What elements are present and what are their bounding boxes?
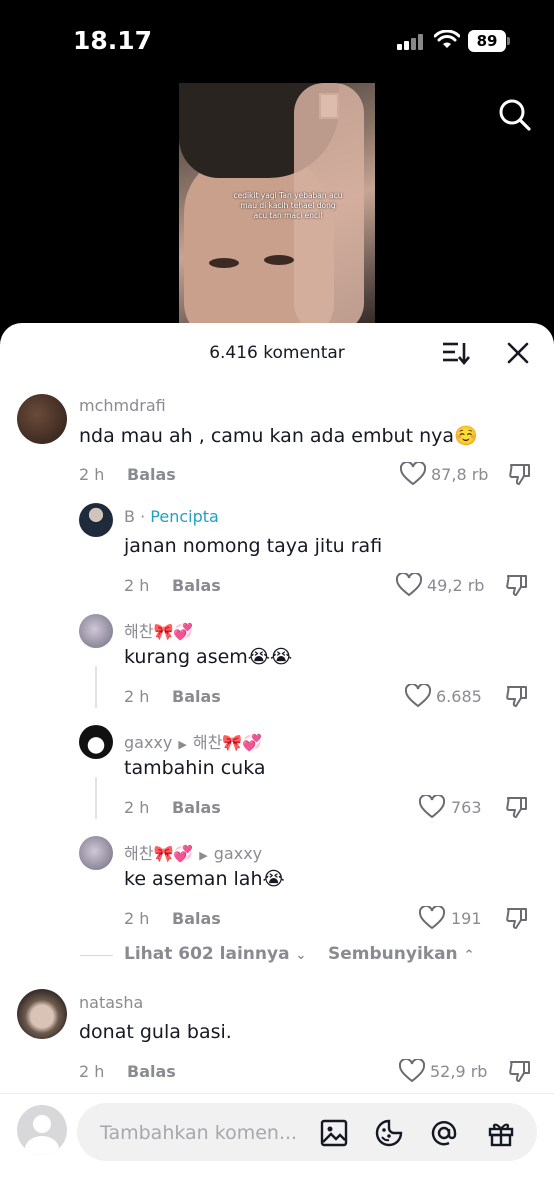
heart-icon[interactable]: [400, 462, 426, 486]
avatar[interactable]: [17, 394, 67, 444]
image-icon[interactable]: [319, 1118, 349, 1148]
dislike-icon[interactable]: [508, 1059, 532, 1083]
thread-controls: Lihat 602 lainnya ⌄ Sembunyikan ⌃: [0, 941, 554, 971]
comment-time: 2 h: [124, 909, 150, 928]
mention-icon[interactable]: [429, 1118, 459, 1148]
like-count: 6.685: [436, 687, 482, 706]
battery-tip: [507, 37, 510, 45]
comment-username: B · Pencipta: [124, 507, 219, 526]
reply-button[interactable]: Balas: [172, 798, 221, 817]
comment-text: kurang asem😭😭: [124, 646, 293, 668]
comment-time: 2 h: [124, 576, 150, 595]
reply-item: gaxxy ▶ 해찬🎀💞 tambahin cuka 2 h Balas 763: [0, 722, 554, 832]
user-avatar: [17, 1105, 67, 1155]
search-icon[interactable]: [497, 97, 533, 133]
hide-label: Sembunyikan: [328, 944, 458, 964]
avatar[interactable]: [79, 836, 113, 870]
hide-replies-button[interactable]: Sembunyikan ⌃: [328, 944, 474, 964]
comment-username[interactable]: mchmdrafi: [79, 396, 166, 415]
comments-sheet: 6.416 komentar mchmdrafi nda mau ah , ca…: [0, 323, 554, 1200]
thread-line: [95, 666, 97, 708]
video-eye-left: [209, 258, 239, 268]
comment-time: 2 h: [124, 687, 150, 706]
heart-icon[interactable]: [419, 906, 445, 930]
avatar[interactable]: [79, 503, 113, 537]
heart-icon[interactable]: [405, 684, 431, 708]
gift-icon[interactable]: [486, 1118, 516, 1148]
avatar[interactable]: [79, 725, 113, 759]
reply-username[interactable]: B: [124, 507, 135, 526]
status-time: 18.17: [73, 26, 153, 55]
comment-item: mchmdrafi nda mau ah , camu kan ada embu…: [0, 389, 554, 499]
dislike-icon[interactable]: [508, 462, 532, 486]
reply-to-username[interactable]: 해찬🎀💞: [193, 733, 262, 752]
divider: [80, 955, 113, 956]
dislike-icon[interactable]: [505, 906, 529, 930]
video-thumbnail[interactable]: cedikit yagi Tan yebaban acu mau di kaci…: [179, 83, 375, 333]
battery-icon: 89: [468, 30, 506, 52]
username-separator: ·: [140, 507, 146, 526]
comment-text: nda mau ah , camu kan ada embut nya☺️: [79, 425, 478, 447]
creator-badge: Pencipta: [150, 507, 219, 526]
dislike-icon[interactable]: [505, 684, 529, 708]
reply-arrow-icon: ▶: [178, 738, 187, 751]
status-bar: 18.17 89: [0, 0, 554, 80]
video-eye-right: [264, 255, 294, 265]
reply-item: 해찬🎀💞 ▶ gaxxy ke aseman lah😭 2 h Balas 191: [0, 833, 554, 943]
reply-to-username[interactable]: gaxxy: [214, 844, 262, 863]
comment-text: donat gula basi.: [79, 1021, 232, 1043]
signal-icon: [397, 34, 425, 50]
comment-input-placeholder: Tambahkan komen...: [100, 1122, 298, 1144]
reply-button[interactable]: Balas: [127, 465, 176, 484]
like-count: 52,9 rb: [430, 1062, 488, 1081]
like-count: 87,8 rb: [431, 465, 489, 484]
dislike-icon[interactable]: [505, 573, 529, 597]
reply-item: 해찬🎀💞 kurang asem😭😭 2 h Balas 6.685: [0, 611, 554, 721]
comment-time: 2 h: [79, 465, 105, 484]
like-count: 49,2 rb: [427, 576, 485, 595]
heart-icon[interactable]: [396, 573, 422, 597]
like-count: 191: [451, 909, 482, 928]
view-more-label: Lihat 602 lainnya: [124, 944, 290, 964]
avatar[interactable]: [79, 614, 113, 648]
comment-text: tambahin cuka: [124, 757, 266, 779]
comment-input[interactable]: Tambahkan komen...: [77, 1103, 537, 1161]
chevron-up-icon: ⌃: [463, 948, 475, 963]
reply-username[interactable]: 해찬🎀💞: [124, 844, 193, 863]
comment-username: 해찬🎀💞 ▶ gaxxy: [124, 840, 262, 864]
comment-username: gaxxy ▶ 해찬🎀💞: [124, 729, 262, 753]
comment-input-bar: Tambahkan komen...: [0, 1093, 554, 1200]
video-overlay-text: cedikit yagi Tan yebaban acu mau di kaci…: [233, 191, 343, 220]
wifi-icon: [434, 30, 460, 48]
reply-item: B · Pencipta janan nomong taya jitu rafi…: [0, 500, 554, 610]
reply-button[interactable]: Balas: [172, 576, 221, 595]
sheet-header: 6.416 komentar: [0, 323, 554, 381]
reply-username[interactable]: gaxxy: [124, 733, 172, 752]
close-icon[interactable]: [505, 340, 531, 366]
like-count: 763: [451, 798, 482, 817]
view-more-replies-button[interactable]: Lihat 602 lainnya ⌄: [124, 944, 306, 964]
comment-username[interactable]: natasha: [79, 993, 143, 1012]
reply-button[interactable]: Balas: [172, 909, 221, 928]
comment-text: janan nomong taya jitu rafi: [124, 535, 383, 557]
sticker-icon[interactable]: [374, 1118, 404, 1148]
comment-time: 2 h: [79, 1062, 105, 1081]
reply-button[interactable]: Balas: [127, 1062, 176, 1081]
thread-line: [95, 777, 97, 819]
heart-icon[interactable]: [399, 1059, 425, 1083]
chevron-down-icon: ⌄: [295, 948, 307, 963]
comment-item: natasha donat gula basi. 2 h Balas 52,9 …: [0, 986, 554, 1096]
dislike-icon[interactable]: [505, 795, 529, 819]
comment-username[interactable]: 해찬🎀💞: [124, 618, 193, 642]
comment-time: 2 h: [124, 798, 150, 817]
heart-icon[interactable]: [419, 795, 445, 819]
comment-text: ke aseman lah😭: [124, 868, 285, 890]
reply-arrow-icon: ▶: [199, 849, 208, 862]
reply-button[interactable]: Balas: [172, 687, 221, 706]
avatar[interactable]: [17, 989, 67, 1039]
sort-icon[interactable]: [441, 340, 471, 366]
